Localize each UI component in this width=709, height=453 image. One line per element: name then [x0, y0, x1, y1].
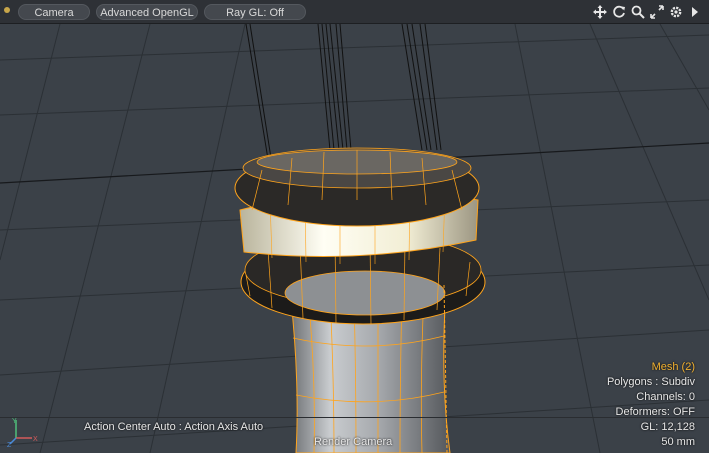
viewport-menu-dot[interactable]	[4, 7, 10, 13]
axis-z-label: Z	[7, 442, 12, 448]
polygons-mode: Polygons : Subdiv	[606, 376, 695, 388]
mesh-count: Mesh (2)	[651, 361, 695, 373]
3d-viewport[interactable]: Camera Advanced OpenGL Ray GL: Off Mesh …	[0, 0, 709, 453]
top-cap	[234, 147, 480, 227]
scene-render[interactable]	[0, 0, 709, 453]
zoom-icon[interactable]	[630, 4, 646, 20]
camera-button[interactable]: Camera	[18, 4, 90, 20]
axis-gizmo: Y X Z	[7, 418, 38, 448]
channels-count: Channels: 0	[636, 391, 695, 403]
render-camera-label: Render Camera	[314, 436, 393, 448]
gl-poly-count: GL: 12,128	[640, 421, 695, 433]
settings-icon[interactable]	[668, 4, 684, 20]
viewport-toolbar: Camera Advanced OpenGL Ray GL: Off	[0, 0, 709, 24]
axis-y-label: Y	[12, 418, 17, 425]
focal-length: 50 mm	[661, 436, 695, 448]
rotate-icon[interactable]	[611, 4, 627, 20]
viewport-nav-icons	[592, 3, 703, 21]
move-icon[interactable]	[592, 4, 608, 20]
shading-mode-button[interactable]: Advanced OpenGL	[96, 4, 198, 20]
status-divider	[0, 417, 709, 418]
action-center-status: Action Center Auto : Action Axis Auto	[84, 421, 264, 433]
expand-arrow-icon[interactable]	[687, 4, 703, 20]
axis-x-label: X	[33, 436, 38, 443]
fit-icon[interactable]	[649, 4, 665, 20]
ray-gl-button[interactable]: Ray GL: Off	[204, 4, 306, 20]
scene-info-panel: Mesh (2) Polygons : Subdiv Channels: 0 D…	[607, 360, 695, 450]
